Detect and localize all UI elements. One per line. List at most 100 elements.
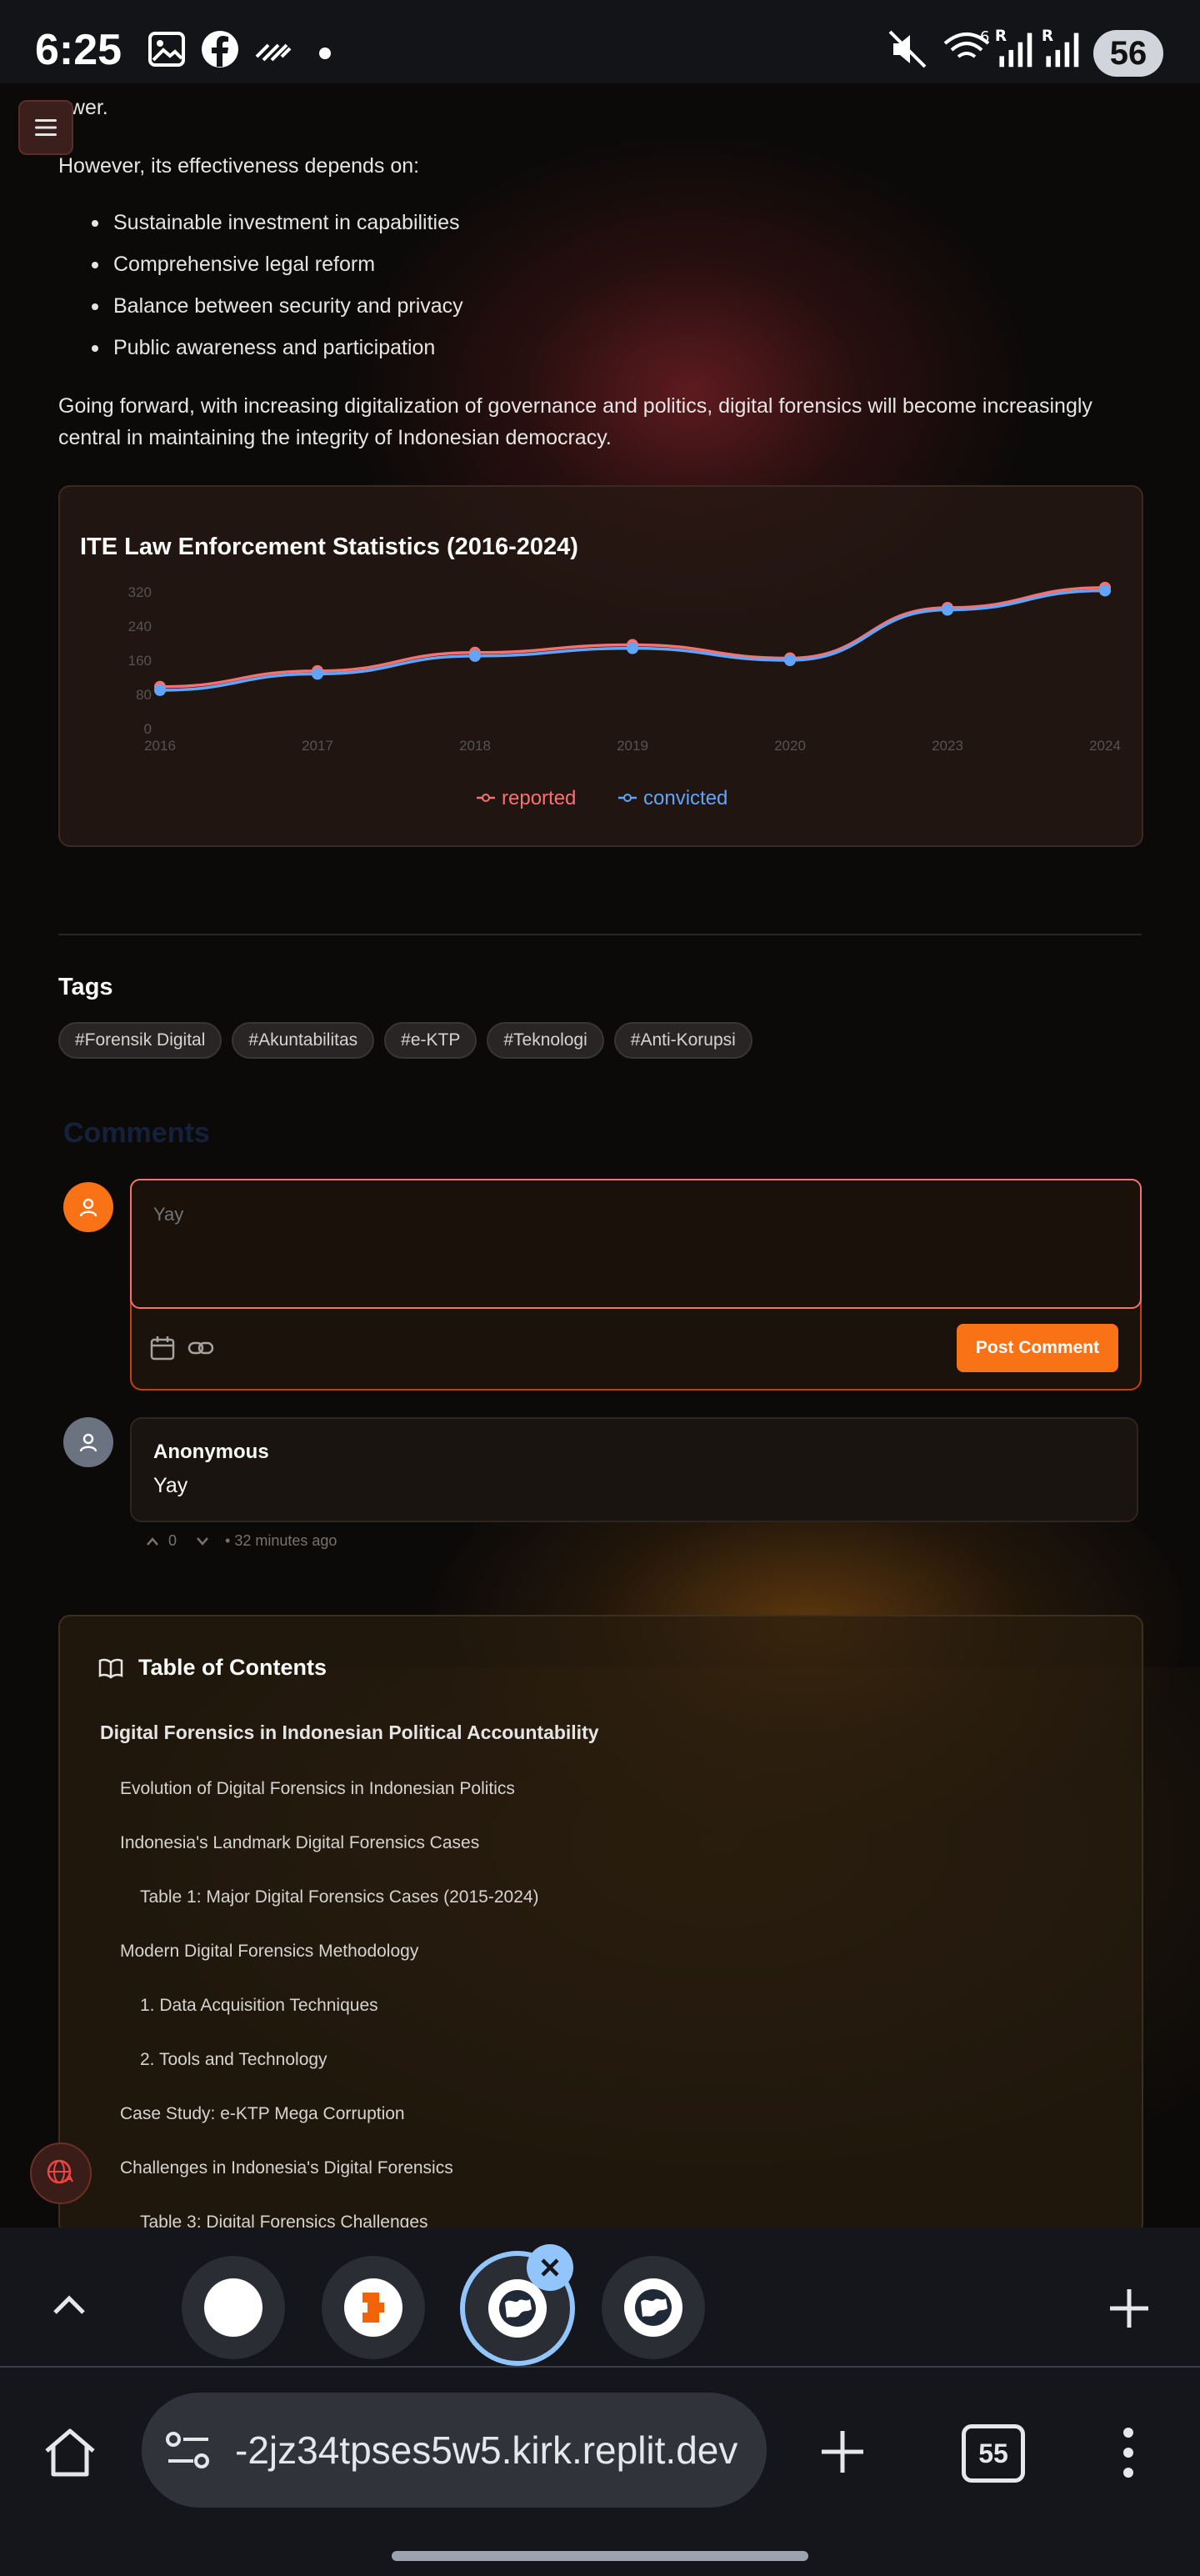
current-user-avatar: [63, 1182, 113, 1232]
tab-switcher-button[interactable]: 55: [962, 2424, 1025, 2483]
data-point-convicted: [154, 684, 166, 696]
svg-text:R: R: [1042, 28, 1053, 45]
book-open-icon: [98, 1658, 123, 1679]
address-bar[interactable]: -2jz34tpses5w5.kirk.replit.dev: [142, 2393, 767, 2508]
site-settings-icon[interactable]: [165, 2429, 212, 2471]
legend-label-reported: reported: [502, 787, 576, 809]
more-options-icon[interactable]: [1113, 2424, 1143, 2481]
data-point-convicted: [1099, 584, 1111, 597]
list-item: Comprehensive legal reform: [58, 248, 463, 289]
y-tick-label: 80: [136, 687, 152, 703]
toc-title: Table of Contents: [138, 1655, 327, 1680]
close-icon: [541, 2258, 559, 2277]
data-point-convicted: [312, 668, 323, 680]
comment-author: Anonymous: [153, 1441, 269, 1463]
tab-thumbnail[interactable]: [322, 2256, 425, 2359]
tab-thumbnail[interactable]: [602, 2256, 705, 2359]
language-toggle-button[interactable]: [30, 2142, 92, 2204]
x-tick-label: 2016: [144, 738, 176, 754]
x-tick-label: 2017: [302, 738, 333, 754]
data-point-convicted: [784, 654, 796, 666]
data-notification-icon: [255, 43, 292, 62]
battery-indicator: 56: [1093, 30, 1163, 77]
x-tick-label: 2020: [774, 738, 806, 754]
close-tab-button[interactable]: [527, 2244, 573, 2291]
article-truncated-line: ower.: [58, 96, 108, 119]
line-chart: 0 80 160 240 320 2016 2017 2018 2019 2020 2023 2024…: [128, 581, 1121, 809]
tag-chip[interactable]: #Akuntabilitas: [232, 1022, 375, 1059]
wifi-badge: 6: [980, 28, 989, 46]
comment-card: Anonymous Yay: [130, 1417, 1138, 1522]
y-tick-label: 320: [128, 584, 152, 600]
globe-favicon-icon: [624, 2278, 682, 2337]
tag-chip[interactable]: #Teknologi: [487, 1022, 604, 1059]
status-time: 6:25: [35, 26, 122, 74]
home-icon[interactable]: [42, 2424, 98, 2481]
toc-item[interactable]: Digital Forensics in Indonesian Politica…: [100, 1722, 599, 1744]
url-text: -2jz34tpses5w5.kirk.replit.dev: [235, 2428, 738, 2472]
globe-icon: [47, 2159, 73, 2184]
x-tick-label: 2023: [932, 738, 963, 754]
upvote-icon[interactable]: [145, 1536, 160, 1547]
legend-marker-reported: [482, 794, 490, 802]
legend-marker-convicted: [623, 794, 632, 802]
y-tick-label: 0: [144, 721, 152, 737]
x-tick-label: 2018: [459, 738, 491, 754]
menu-button[interactable]: [18, 100, 73, 155]
toc-item[interactable]: Evolution of Digital Forensics in Indone…: [120, 1779, 515, 1799]
wifi-icon: 6: [943, 28, 989, 58]
blank-page-icon: [204, 2278, 262, 2337]
toc-item[interactable]: 2. Tools and Technology: [140, 2050, 328, 2070]
downvote-icon[interactable]: [195, 1536, 210, 1547]
svg-text:R: R: [995, 28, 1007, 45]
chevron-up-icon[interactable]: [50, 2286, 88, 2324]
post-comment-button[interactable]: Post Comment: [957, 1324, 1118, 1372]
x-tick-label: 2019: [617, 738, 648, 754]
link-icon[interactable]: [187, 1334, 215, 1362]
facebook-notification-icon: [202, 31, 238, 68]
tag-chip[interactable]: #Forensik Digital: [58, 1022, 222, 1059]
table-of-contents: Table of Contents Digital Forensics in I…: [58, 1615, 1143, 2235]
tag-list: #Forensik Digital #Akuntabilitas #e-KTP …: [58, 1022, 752, 1059]
list-item: Public awareness and participation: [58, 331, 463, 373]
hamburger-icon: [35, 119, 57, 136]
gesture-bar: [392, 2551, 808, 2561]
toc-item[interactable]: Case Study: e-KTP Mega Corruption: [120, 2104, 405, 2124]
mute-icon: [888, 30, 927, 68]
comment-text: Yay: [153, 1474, 188, 1497]
article-bullet-list: Sustainable investment in capabilities C…: [58, 206, 463, 373]
more-notifications-dot-icon: [319, 48, 331, 59]
list-item: Sustainable investment in capabilities: [58, 206, 463, 248]
comment-author-avatar: [63, 1417, 113, 1467]
data-point-convicted: [627, 642, 638, 654]
data-point-convicted: [469, 649, 481, 662]
toc-item[interactable]: Modern Digital Forensics Methodology: [120, 1942, 418, 1962]
gallery-notification-icon: [148, 32, 185, 67]
series-line-reported: [159, 586, 1106, 689]
toc-item[interactable]: 1. Data Acquisition Techniques: [140, 1996, 378, 2016]
legend-label-convicted: convicted: [643, 787, 728, 809]
comments-title: Comments: [63, 1117, 210, 1149]
new-tab-icon[interactable]: [818, 2428, 867, 2476]
tag-chip[interactable]: #e-KTP: [384, 1022, 478, 1059]
comment-time: • 32 minutes ago: [225, 1532, 338, 1549]
calendar-icon[interactable]: [148, 1334, 177, 1362]
comment-input[interactable]: [130, 1179, 1142, 1309]
tag-chip[interactable]: #Anti-Korupsi: [613, 1022, 752, 1059]
user-icon: [79, 1198, 98, 1217]
comment-meta: 0 • 32 minutes ago: [145, 1532, 337, 1550]
vote-count: 0: [168, 1532, 178, 1549]
toc-item[interactable]: Table 1: Major Digital Forensics Cases (…: [140, 1887, 539, 1907]
article-intro: However, its effectiveness depends on:: [58, 154, 420, 178]
tab-strip: [0, 2228, 1200, 2366]
data-point-convicted: [942, 604, 953, 616]
article-conclusion: Going forward, with increasing digitaliz…: [58, 394, 1092, 449]
comment-composer: Post Comment: [130, 1179, 1142, 1391]
section-divider: [58, 934, 1142, 935]
tab-thumbnail[interactable]: [182, 2256, 285, 2359]
toc-item[interactable]: Challenges in Indonesia's Digital Forens…: [120, 2158, 453, 2178]
plus-icon[interactable]: [1107, 2286, 1152, 2331]
signal-icon-1: R: [995, 28, 1032, 68]
browser-toolbar: -2jz34tpses5w5.kirk.replit.dev 55: [0, 2366, 1200, 2576]
toc-item[interactable]: Indonesia's Landmark Digital Forensics C…: [120, 1833, 479, 1853]
